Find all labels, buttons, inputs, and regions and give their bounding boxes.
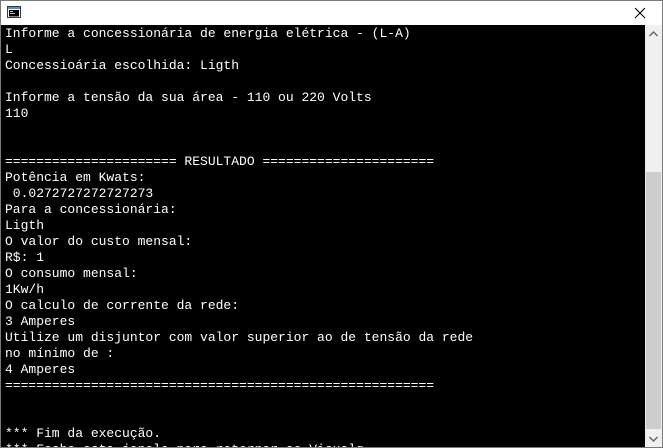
console-line: Concessioária escolhida: Ligth [5, 58, 240, 73]
title-bar[interactable] [1, 1, 662, 25]
console-line: 3 Amperes [5, 314, 76, 329]
console-line: Potência em Kwats: [5, 170, 146, 185]
scrollbar-thumb[interactable] [646, 172, 661, 429]
console-window: Informe a concessionária de energia elét… [0, 0, 663, 448]
console-line: ========================================… [5, 378, 435, 393]
console-line: Informe a concessionária de energia elét… [5, 26, 411, 41]
console-line: 1Kw/h [5, 282, 45, 297]
console-line: L [5, 42, 13, 57]
console-line: ====================== RESULTADO =======… [5, 154, 435, 169]
console-line: *** Feche esta janela para retornar ao V… [5, 442, 473, 447]
console-line: *** Fim da execução. [5, 426, 162, 441]
scroll-down-arrow-icon [649, 436, 658, 442]
console-line: 0.0272727272727273 [5, 186, 154, 201]
console-line: no mínimo de : [5, 346, 115, 361]
console-line: Ligth [5, 218, 45, 233]
close-button[interactable] [618, 1, 662, 25]
scroll-up-button[interactable] [645, 25, 662, 42]
console-line: 4 Amperes [5, 362, 76, 377]
console-lines: Informe a concessionária de energia elét… [5, 26, 473, 447]
console-line: Informe a tensão da sua área - 110 ou 22… [5, 90, 372, 105]
console-line: O consumo mensal: [5, 266, 138, 281]
console-line: O calculo de corrente da rede: [5, 298, 240, 313]
console-line: R$: 1 [5, 250, 45, 265]
console-line: O valor do custo mensal: [5, 234, 193, 249]
vertical-scrollbar[interactable] [645, 25, 662, 447]
scroll-down-button[interactable] [645, 430, 662, 447]
console-output[interactable]: Informe a concessionária de energia elét… [1, 25, 645, 447]
console-line: 110 [5, 106, 29, 121]
console-line: Utilize um disjuntor com valor superior … [5, 330, 474, 345]
terminal-window-icon [7, 6, 21, 18]
close-icon [634, 7, 646, 19]
console-line: Para a concessionária: [5, 202, 177, 217]
scroll-up-arrow-icon [649, 30, 658, 36]
